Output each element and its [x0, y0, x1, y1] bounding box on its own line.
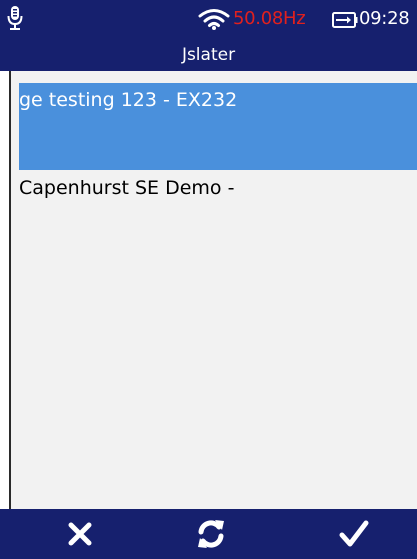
battery-charging-icon — [332, 12, 358, 28]
checkmark-icon — [339, 520, 369, 547]
header-bar: 50.08Hz 09:28 Jslater — [0, 0, 417, 71]
app-screen: 50.08Hz 09:28 Jslater ge testing 123 - E… — [0, 0, 417, 559]
list-item[interactable]: ge testing 123 - EX232 — [19, 83, 417, 170]
project-list: ge testing 123 - EX232 Capenhurst SE Dem… — [9, 71, 417, 509]
footer-bar — [0, 509, 417, 559]
refresh-icon — [198, 520, 224, 548]
close-icon — [68, 522, 92, 546]
clock: 09:28 — [359, 8, 410, 29]
frequency-readout: 50.08Hz — [233, 8, 306, 29]
cancel-button[interactable] — [50, 514, 110, 554]
page-title: Jslater — [181, 45, 236, 65]
microphone-icon — [7, 6, 23, 30]
list-item[interactable]: Capenhurst SE Demo - — [19, 171, 417, 205]
wifi-icon — [198, 9, 230, 30]
refresh-button[interactable] — [181, 514, 241, 554]
confirm-button[interactable] — [324, 514, 384, 554]
